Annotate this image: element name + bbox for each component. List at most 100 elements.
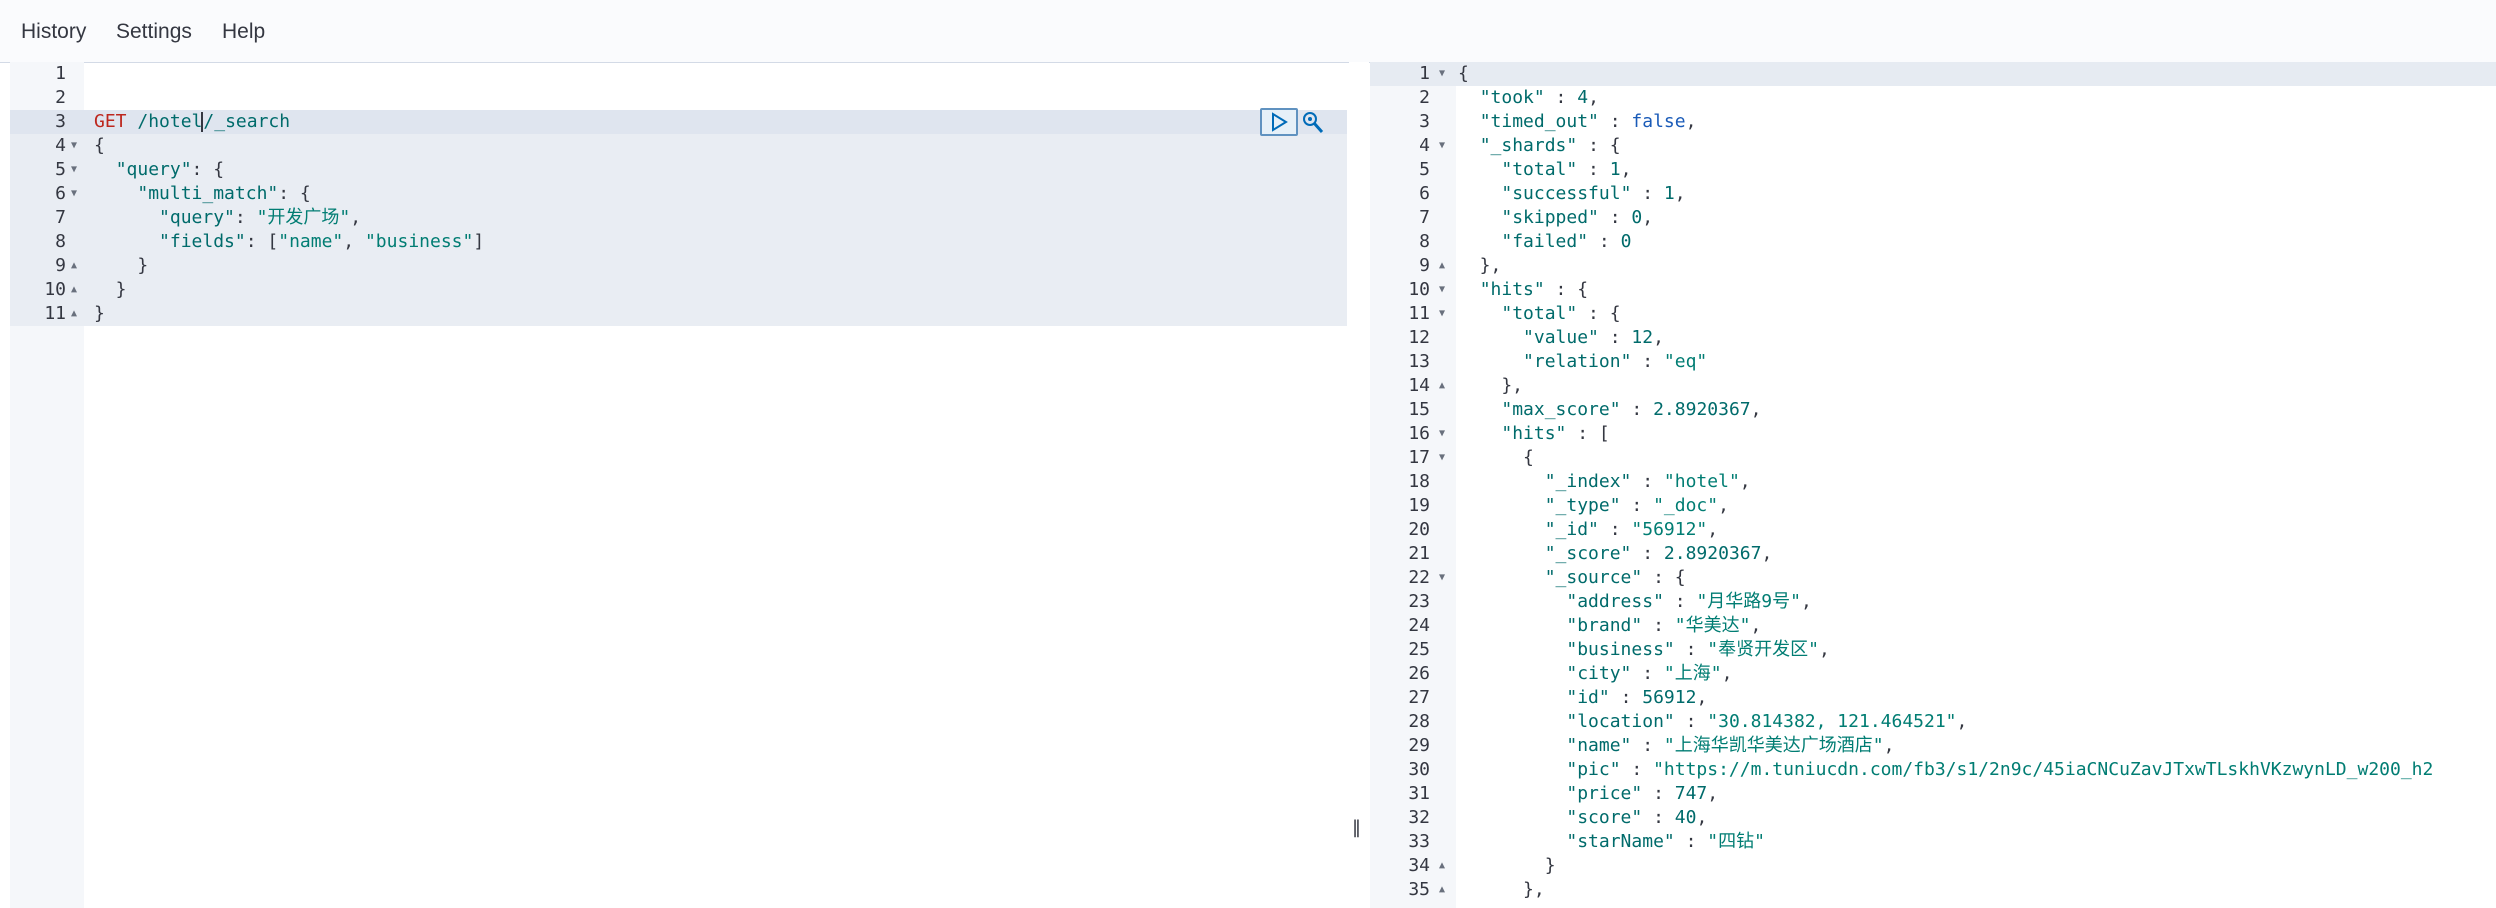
token-punc: ,	[343, 231, 365, 252]
fold-expand-icon[interactable]: ▲	[71, 278, 77, 302]
line-number: 23	[1408, 591, 1430, 612]
response-line: 22 ▼ "_source" : {	[1370, 566, 2496, 590]
token-punc: :	[1620, 495, 1654, 516]
response-line: 25 "business" : "奉贤开发区",	[1370, 638, 2496, 662]
token-key: "price"	[1566, 783, 1643, 804]
token-punc	[94, 183, 137, 204]
fold-collapse-icon[interactable]: ▼	[71, 134, 77, 158]
token-str: "56912"	[1631, 519, 1708, 540]
token-punc: },	[1458, 255, 1502, 276]
request-editor[interactable]: 1 2 3 GET /hotel/_search 4 ▼{5 ▼ "query": {6 ▼ …	[10, 62, 1347, 908]
request-line: 5 ▼ "query": {	[10, 158, 1347, 182]
token-key: "_index"	[1544, 471, 1632, 492]
token-key: "relation"	[1523, 351, 1632, 372]
token-key: "address"	[1566, 591, 1664, 612]
token-key: "value"	[1523, 327, 1599, 348]
token-key: "city"	[1566, 663, 1632, 684]
token-punc: : {	[1577, 135, 1621, 156]
token-str: "_doc"	[1653, 495, 1719, 516]
line-number: 20	[1408, 519, 1430, 540]
token-key: "location"	[1566, 711, 1675, 732]
token-punc	[1458, 519, 1545, 540]
code-text: },	[1458, 374, 1523, 398]
code-text: },	[1458, 254, 1502, 278]
token-key: "multi_match"	[137, 183, 279, 204]
pane-resizer[interactable]	[1349, 62, 1369, 908]
code-text: "name" : "上海华凯华美达广场酒店",	[1458, 734, 1894, 758]
line-number: 15	[1408, 399, 1430, 420]
response-line: 27 "id" : 56912,	[1370, 686, 2496, 710]
response-line: 8 "failed" : 0	[1370, 230, 2496, 254]
token-str: "四钻"	[1707, 831, 1765, 852]
fold-collapse-icon[interactable]: ▼	[1439, 566, 1445, 590]
resize-handle-icon[interactable]: ‖	[1352, 818, 1364, 838]
token-punc: ,	[1696, 687, 1708, 708]
token-punc: ]	[473, 231, 485, 252]
token-punc: :	[1631, 471, 1664, 492]
request-line: 6 ▼ "multi_match": {	[10, 182, 1347, 206]
response-line: 24 "brand" : "华美达",	[1370, 614, 2496, 638]
help-tab[interactable]: Help	[222, 20, 265, 44]
token-key: "hits"	[1479, 279, 1545, 300]
token-punc	[94, 231, 159, 252]
token-punc: ,	[1750, 615, 1762, 636]
request-options-button[interactable]	[1300, 108, 1326, 136]
fold-collapse-icon[interactable]: ▼	[1439, 302, 1445, 326]
wrench-icon	[1303, 112, 1324, 133]
token-num: 12	[1631, 327, 1654, 348]
response-line: 35 ▲ },	[1370, 878, 2496, 902]
code-text: "value" : 12,	[1458, 326, 1664, 350]
run-request-button[interactable]	[1260, 108, 1298, 136]
response-line: 20 "_id" : "56912",	[1370, 518, 2496, 542]
token-punc: :	[1544, 87, 1578, 108]
fold-expand-icon[interactable]: ▲	[1439, 374, 1445, 398]
fold-collapse-icon[interactable]: ▼	[71, 158, 77, 182]
fold-expand-icon[interactable]: ▲	[1439, 878, 1445, 902]
fold-collapse-icon[interactable]: ▼	[1439, 62, 1445, 86]
history-tab[interactable]: History	[21, 20, 86, 44]
token-punc	[1458, 111, 1480, 132]
token-key: "brand"	[1566, 615, 1643, 636]
response-line: 21 "_score" : 2.8920367,	[1370, 542, 2496, 566]
token-num: 2.8920367	[1653, 399, 1751, 420]
request-line: 7 "query": "开发广场",	[10, 206, 1347, 230]
token-punc	[1458, 663, 1566, 684]
fold-collapse-icon[interactable]: ▼	[1439, 422, 1445, 446]
line-number: 32	[1408, 807, 1430, 828]
line-number: 33	[1408, 831, 1430, 852]
code-text: "_source" : {	[1458, 566, 1686, 590]
fold-expand-icon[interactable]: ▲	[1439, 254, 1445, 278]
token-punc	[1458, 735, 1566, 756]
token-punc	[127, 111, 138, 132]
response-line: 10 ▼ "hits" : {	[1370, 278, 2496, 302]
token-key: "query"	[159, 207, 235, 228]
code-text: "score" : 40,	[1458, 806, 1707, 830]
code-text: "max_score" : 2.8920367,	[1458, 398, 1761, 422]
response-line: 33 "starName" : "四钻"	[1370, 830, 2496, 854]
line-number: 11	[44, 303, 66, 324]
token-punc: ,	[1718, 495, 1729, 516]
code-text: GET /hotel/_search	[94, 110, 290, 134]
code-text: }	[94, 254, 148, 278]
token-str: "eq"	[1663, 351, 1708, 372]
fold-expand-icon[interactable]: ▲	[71, 302, 77, 326]
token-key: "business"	[1566, 639, 1675, 660]
settings-tab[interactable]: Settings	[116, 20, 192, 44]
response-line: 12 "value" : 12,	[1370, 326, 2496, 350]
token-punc: :	[1631, 543, 1664, 564]
token-key: "max_score"	[1501, 399, 1621, 420]
token-punc: },	[1458, 375, 1524, 396]
console-top-nav: History Settings Help	[0, 0, 2496, 63]
token-punc	[1458, 207, 1501, 228]
fold-expand-icon[interactable]: ▲	[71, 254, 77, 278]
fold-collapse-icon[interactable]: ▼	[1439, 134, 1445, 158]
fold-collapse-icon[interactable]: ▼	[1439, 278, 1445, 302]
token-num: 0	[1631, 207, 1643, 228]
line-number: 7	[1419, 207, 1430, 228]
fold-collapse-icon[interactable]: ▼	[1439, 446, 1445, 470]
fold-expand-icon[interactable]: ▲	[1439, 854, 1445, 878]
line-number: 2	[55, 87, 66, 108]
token-key: "_score"	[1544, 543, 1632, 564]
fold-collapse-icon[interactable]: ▼	[71, 182, 77, 206]
token-punc	[1458, 87, 1480, 108]
